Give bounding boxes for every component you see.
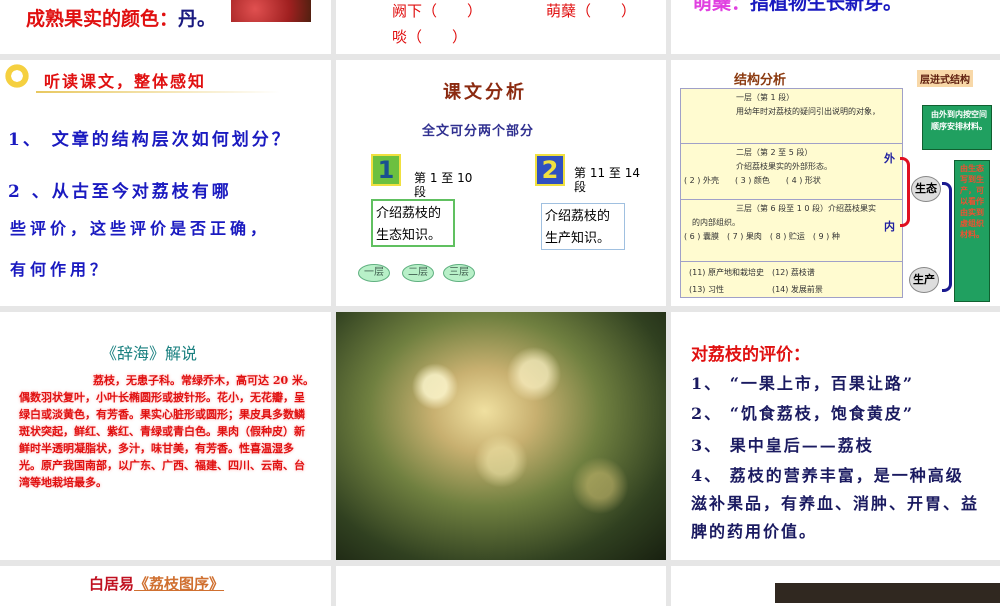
number-2-badge: 2 <box>535 154 565 186</box>
lychee-flower-photo <box>336 312 666 560</box>
layer-1-heading: 一层（第 1 段） <box>736 93 795 102</box>
evaluation-1: 1、 “一果上市，百果让路” <box>691 374 915 393</box>
slide-subtitle: 全文可分两个部分 <box>422 124 535 139</box>
pinyin-item-1: 阙下（ ） <box>392 2 483 20</box>
slide-title: 结构分析 <box>734 73 787 88</box>
layer-1-body: 用幼年时对荔枝的疑问引出说明的对象， <box>736 107 880 116</box>
callout-eco-to-production: 由生态写到生产，可以看作由实到虚组织材料。 <box>954 160 990 302</box>
layer-2-heading: 二层（第 2 至 5 段） <box>736 148 813 157</box>
part-1-description: 介绍荔枝的生态知识。 <box>371 199 455 247</box>
part-1-range: 第 1 至 10 段 <box>414 171 473 199</box>
part-2-item-11: (11) 原产地和栽培史 <box>689 268 764 277</box>
layer-3-heading: 三层（第 6 段至 1 0 段）介绍荔枝果实 <box>736 204 876 213</box>
evaluation-2: 2、 “饥食荔枝，饱食黄皮” <box>691 404 915 423</box>
number-1-badge: 1 <box>371 154 401 186</box>
slide-thumbnail-9[interactable]: 对荔枝的评价： 1、 “一果上市，百果让路” 2、 “饥食荔枝，饱食黄皮” 3、… <box>671 312 1000 560</box>
slide-title: 对荔枝的评价： <box>691 345 810 365</box>
question-2-line-1: 2 、从古至今对荔枝有哪 <box>8 182 232 202</box>
slide-thumbnail-7[interactable]: 《辞海》解说 荔枝，无患子科。常绿乔木，高可达 20 米。偶数羽状复叶，小叶长椭… <box>0 312 331 560</box>
fruit-color-value: 丹。 <box>178 8 217 30</box>
slide-thumbnail-3[interactable]: 萌蘖：指植物生长新芽。 <box>671 0 1000 54</box>
layer-oval-1: 一层 <box>358 264 390 282</box>
red-bracket <box>900 157 910 227</box>
lightbulb-icon <box>4 62 30 90</box>
slide-thumbnail-4[interactable]: 听读课文，整体感知 1、 文章的结构层次如何划分？ 2 、从古至今对荔枝有哪 些… <box>0 60 331 306</box>
evaluation-3: 3、 果中皇后——荔枝 <box>691 436 874 455</box>
evaluation-4: 4、 荔枝的营养丰富，是一种高级滋补果品，有养血、消肿、开胃、益脾的药用价值。 <box>691 466 980 541</box>
question-2-line-3: 有何作用？ <box>10 260 111 279</box>
part-2-item-14: (14) 发展前景 <box>771 285 823 294</box>
term: 萌蘖： <box>693 0 751 14</box>
outer-label: 外 <box>884 152 895 165</box>
structure-tag: 层进式结构 <box>917 70 973 87</box>
definition: 指植物生长新芽。 <box>750 0 903 14</box>
question-2-line-2: 些评价，这些评价是否正确， <box>10 219 271 238</box>
slide-thumbnail-8[interactable] <box>336 312 666 560</box>
fruit-color-label: 成熟果实的颜色： <box>26 8 179 30</box>
slide-thumbnail-11[interactable] <box>336 566 666 606</box>
layer-3-items: ( 6 ) 囊膜 ( 7 ) 果肉 ( 8 ) 贮运 ( 9 ) 种 <box>684 232 840 241</box>
eco-circle: 生态 <box>911 176 941 202</box>
blue-bracket <box>942 182 952 292</box>
slide-title: 课文分析 <box>443 82 527 103</box>
question-1: 1、 文章的结构层次如何划分？ <box>8 130 292 150</box>
slide-title: 听读课文，整体感知 <box>44 72 207 91</box>
slide-thumbnail-12[interactable] <box>671 566 1000 606</box>
cihai-body: 荔枝，无患子科。常绿乔木，高可达 20 米。偶数羽状复叶，小叶长椭圆形或披针形。… <box>19 374 314 489</box>
work-link[interactable]: 《荔枝图序》 <box>134 575 224 593</box>
lychee-photo <box>231 0 311 22</box>
inner-label: 内 <box>884 220 895 233</box>
pinyin-item-2: 萌蘖（ ） <box>546 2 637 20</box>
slide-thumbnail-5[interactable]: 课文分析 全文可分两个部分 1 第 1 至 10 段 介绍荔枝的生态知识。 2 … <box>336 60 666 306</box>
structure-table: 一层（第 1 段） 用幼年时对荔枝的疑问引出说明的对象， 二层（第 2 至 5 … <box>680 88 903 298</box>
slide-thumbnail-6[interactable]: 结构分析 层进式结构 一层（第 1 段） 用幼年时对荔枝的疑问引出说明的对象， … <box>671 60 1000 306</box>
slide-title: 《辞海》解说 <box>101 344 198 363</box>
slide-image <box>775 583 1000 603</box>
part-2-description: 介绍荔枝的生产知识。 <box>541 203 625 250</box>
layer-2-body: 介绍荔枝果实的外部形态。 <box>736 162 832 171</box>
part-2-item-12: (12) 荔枝谱 <box>771 268 815 277</box>
slide-thumbnail-2[interactable]: 阙下（ ） 萌蘖（ ） 啖（ ） <box>336 0 666 54</box>
part-2-item-13: (13) 习性 <box>689 285 724 294</box>
slide-thumbnail-1[interactable]: 成熟果实的颜色：丹。 <box>0 0 331 54</box>
author: 白居易 <box>89 575 135 593</box>
title-underline <box>36 91 280 93</box>
layer-3-body: 的内部组织。 <box>692 218 740 227</box>
layer-2-items: ( 2 ) 外壳 ( 3 ) 颜色 ( 4 ) 形状 <box>684 176 821 185</box>
callout-outer-to-inner: 由外到内按空间顺序安排材料。 <box>922 105 992 150</box>
pinyin-item-3: 啖（ ） <box>392 28 468 46</box>
layer-oval-3: 三层 <box>443 264 475 282</box>
production-circle: 生产 <box>909 267 939 293</box>
slide-thumbnail-10[interactable]: 白居易《荔枝图序》 <box>0 566 331 606</box>
layer-oval-2: 二层 <box>402 264 434 282</box>
part-2-range: 第 11 至 14 段 <box>574 166 640 194</box>
